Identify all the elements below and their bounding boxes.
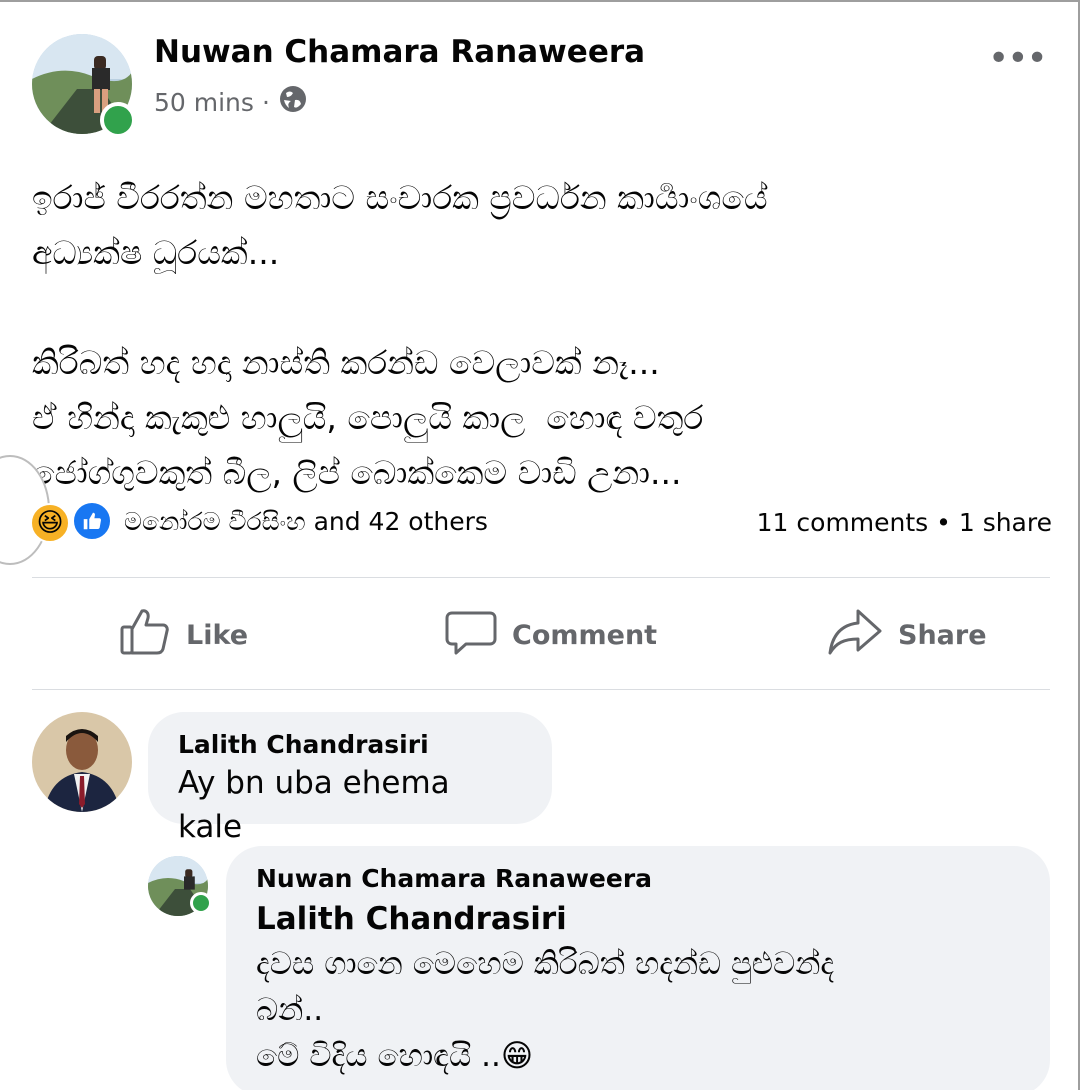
reaction-icons: 😆 bbox=[28, 500, 116, 544]
online-status-dot bbox=[100, 102, 136, 138]
meta-separator: · bbox=[261, 87, 270, 117]
share-arrow-icon bbox=[826, 605, 884, 666]
like-label: Like bbox=[186, 619, 249, 651]
post-body-text: ඉරාජ් වීරරත්න මහතාට සංචාරක ප්‍රවර්ධන කාර… bbox=[32, 178, 768, 492]
comment-author[interactable]: Lalith Chandrasiri bbox=[178, 730, 522, 759]
post-meta: 50 mins · bbox=[154, 84, 308, 120]
more-options-icon[interactable]: ••• bbox=[988, 38, 1048, 79]
post-time[interactable]: 50 mins bbox=[154, 88, 254, 117]
speech-bubble-icon bbox=[444, 605, 498, 666]
share-button[interactable]: Share bbox=[826, 605, 987, 665]
thumbs-up-icon bbox=[118, 605, 172, 666]
share-label: Share bbox=[898, 619, 987, 651]
comment-share-counts[interactable]: 11 comments • 1 share bbox=[757, 508, 1052, 537]
divider-top bbox=[32, 577, 1050, 578]
commenter-avatar[interactable] bbox=[32, 712, 132, 812]
comment-label: Comment bbox=[512, 619, 658, 651]
comment-text: Ay bn uba ehema kale bbox=[178, 765, 460, 845]
comment-bubble[interactable]: Lalith Chandrasiri Ay bn uba ehema kale bbox=[148, 712, 552, 845]
reply-online-dot bbox=[190, 892, 212, 914]
globe-icon bbox=[278, 84, 308, 120]
divider-bottom bbox=[32, 689, 1050, 690]
like-reaction-icon bbox=[72, 501, 112, 541]
comment-button[interactable]: Comment bbox=[444, 605, 657, 665]
reply-text: දවස ගානෙ මෙහෙම කිරිබත් හදන්ඩ පුළුවන්ද බන… bbox=[256, 946, 835, 1074]
reply-author[interactable]: Nuwan Chamara Ranaweera bbox=[256, 864, 1020, 893]
reply-mention[interactable]: Lalith Chandrasiri bbox=[256, 897, 1020, 941]
post-author-name[interactable]: Nuwan Chamara Ranaweera bbox=[154, 34, 645, 70]
haha-reaction-icon: 😆 bbox=[30, 503, 70, 543]
reply-bubble[interactable]: Nuwan Chamara Ranaweera Lalith Chandrasi… bbox=[226, 846, 1050, 1090]
reaction-names[interactable]: මනෝරම වීරසිංහ and 42 others bbox=[124, 507, 488, 537]
like-button[interactable]: Like bbox=[118, 605, 248, 665]
reactions-bar[interactable]: 😆 මනෝරම වීරසිංහ and 42 others 11 comment… bbox=[28, 500, 1052, 544]
